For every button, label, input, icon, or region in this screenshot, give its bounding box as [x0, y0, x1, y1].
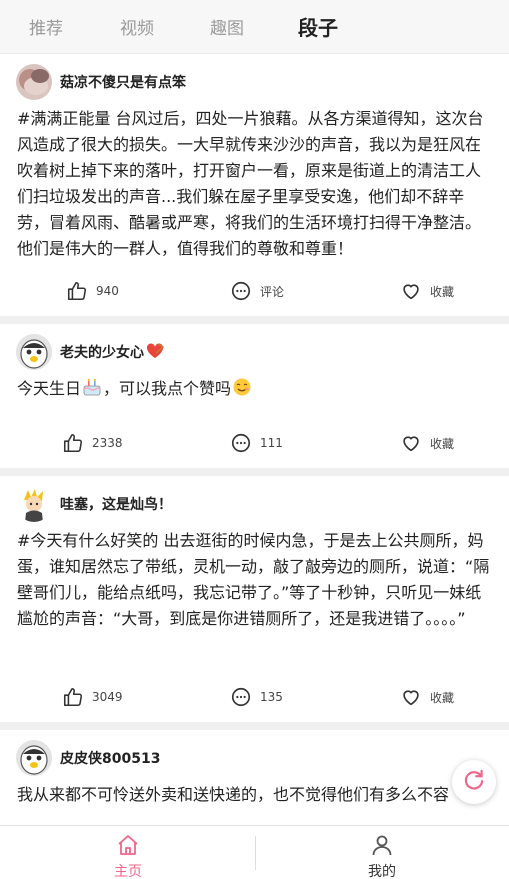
comment-icon: [230, 280, 252, 302]
favorite-label: 收藏: [430, 436, 455, 451]
favorite-button[interactable]: 收藏: [400, 276, 454, 306]
post-card[interactable]: 皮皮侠800513 我从来都不可怜送外卖和送快递的，也不觉得他们有多么不容: [0, 730, 509, 825]
username[interactable]: 菇凉不傻只是有点笨: [60, 72, 186, 92]
favorite-button[interactable]: 收藏: [400, 428, 454, 458]
avatar[interactable]: [16, 334, 52, 370]
post-actions: 940 评论 收藏: [0, 276, 509, 306]
nav-profile-label: 我的: [368, 864, 396, 879]
post-actions: 3049 135 收藏: [0, 682, 509, 712]
refresh-button[interactable]: [452, 760, 496, 804]
nav-profile[interactable]: 我的: [322, 830, 442, 879]
username-text: 老夫的少女心: [60, 345, 144, 361]
post-actions: 2338 111 收藏: [0, 428, 509, 458]
person-icon: [370, 833, 394, 861]
nav-home[interactable]: 主页: [68, 830, 188, 879]
comment-count: 135: [260, 690, 283, 704]
tab-funny-pics[interactable]: 趣图: [210, 14, 244, 39]
post-card[interactable]: 菇凉不傻只是有点笨 #满满正能量 台风过后，四处一片狼藉。从各方渠道得知，这次台…: [0, 54, 509, 316]
feed[interactable]: 菇凉不傻只是有点笨 #满满正能量 台风过后，四处一片狼藉。从各方渠道得知，这次台…: [0, 54, 509, 825]
post-card[interactable]: 哇塞，这是灿鸟！ #今天有什么好笑的 出去逛街的时候内急，于是去上公共厕所，妈蛋…: [0, 476, 509, 722]
comment-icon: [230, 686, 252, 708]
nav-divider: [255, 836, 256, 870]
thumbs-up-icon: [66, 280, 88, 302]
username[interactable]: 哇塞，这是灿鸟！: [60, 494, 172, 514]
heart-icon: [400, 280, 422, 302]
tab-video[interactable]: 视频: [120, 14, 154, 39]
thumbs-up-icon: [62, 686, 84, 708]
comment-button[interactable]: 111: [230, 428, 283, 458]
like-count: 2338: [92, 436, 123, 450]
username[interactable]: 皮皮侠800513: [60, 748, 160, 768]
comment-count: 111: [260, 436, 283, 450]
favorite-label: 收藏: [430, 284, 455, 299]
nav-home-label: 主页: [114, 864, 142, 879]
avatar[interactable]: [16, 486, 52, 522]
post-content-tail: ，可以我点个赞吗: [103, 379, 232, 398]
like-button[interactable]: 940: [66, 276, 119, 306]
heart-icon: [400, 686, 422, 708]
comment-button[interactable]: 评论: [230, 276, 284, 306]
like-count: 3049: [92, 690, 123, 704]
tab-jokes[interactable]: 段子: [298, 12, 338, 41]
post-content: #满满正能量 台风过后，四处一片狼藉。从各方渠道得知，这次台风造成了很大的损失。…: [17, 109, 484, 258]
like-count: 940: [96, 284, 119, 298]
home-icon: [116, 833, 140, 861]
avatar[interactable]: [16, 64, 52, 100]
post-content-text: 今天生日: [17, 379, 82, 398]
refresh-icon: [461, 767, 487, 797]
heart-emoji-icon: [146, 343, 165, 363]
top-tab-bar: 推荐 视频 趣图 段子: [0, 0, 509, 54]
like-button[interactable]: 2338: [62, 428, 123, 458]
post-content: #今天有什么好笑的 出去逛街的时候内急，于是去上公共厕所，妈蛋，谁知居然忘了带纸…: [17, 531, 490, 628]
username[interactable]: 老夫的少女心: [60, 342, 165, 363]
like-button[interactable]: 3049: [62, 682, 123, 712]
thumbs-up-icon: [62, 432, 84, 454]
favorite-button[interactable]: 收藏: [400, 682, 454, 712]
bottom-nav: 主页 我的: [0, 825, 509, 879]
heart-icon: [400, 432, 422, 454]
comment-button[interactable]: 135: [230, 682, 283, 712]
comment-icon: [230, 432, 252, 454]
smile-emoji-icon: [232, 377, 252, 405]
post-card[interactable]: 老夫的少女心 今天生日 ，可以我点个赞吗 2338 111 收藏: [0, 324, 509, 468]
comment-count: 评论: [260, 284, 285, 299]
birthday-cake-icon: [82, 377, 102, 405]
tab-recommend[interactable]: 推荐: [29, 14, 63, 39]
post-content: 我从来都不可怜送外卖和送快递的，也不觉得他们有多么不容: [17, 785, 450, 804]
favorite-label: 收藏: [430, 690, 455, 705]
avatar[interactable]: [16, 740, 52, 776]
post-content: 今天生日 ，可以我点个赞吗: [17, 376, 493, 405]
